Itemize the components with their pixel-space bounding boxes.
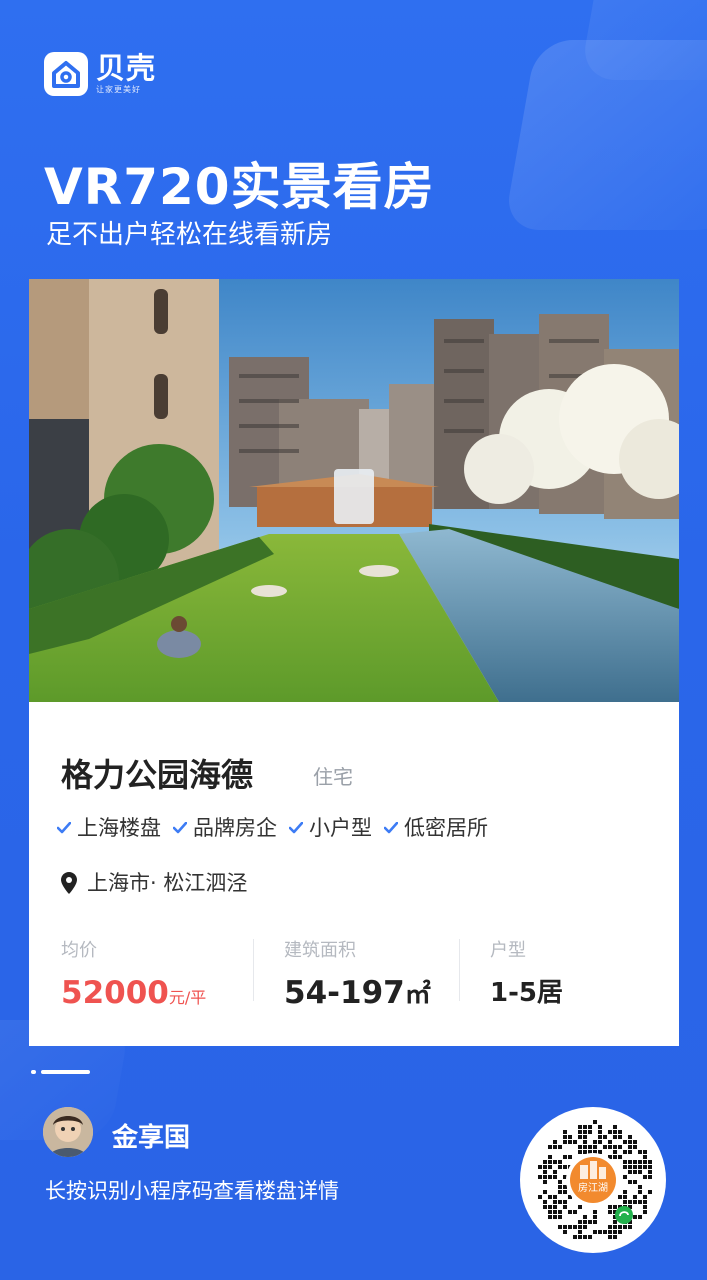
property-photo [29, 279, 679, 702]
tag-item: 上海楼盘 [57, 813, 161, 843]
tag-label: 上海楼盘 [77, 816, 161, 840]
divider [253, 939, 254, 1001]
divider [31, 1070, 36, 1074]
poster: 贝壳 让家更美好 VR720实景看房 足不出户轻松在线看新房 格力公园海德 住宅… [0, 0, 707, 1280]
avatar [43, 1107, 93, 1157]
area-unit: ㎡ [404, 980, 431, 1010]
location-text: 上海市· 松江泗泾 [87, 871, 248, 895]
check-icon [384, 822, 398, 834]
layout-label: 户型 [490, 940, 526, 961]
area-label: 建筑面积 [284, 940, 356, 961]
property-info: 格力公园海德 住宅 上海楼盘 品牌房企 小户型 低密居所 上海市· 松江泗泾 均… [29, 702, 679, 1046]
agent-name: 金享国 [112, 1123, 191, 1153]
project-type: 住宅 [313, 765, 353, 789]
house-icon [44, 52, 88, 96]
property-card[interactable]: 格力公园海德 住宅 上海楼盘 品牌房企 小户型 低密居所 上海市· 松江泗泾 均… [29, 279, 679, 1046]
footer-hint: 长按识别小程序码查看楼盘详情 [45, 1179, 339, 1203]
layout-value: 1-5居 [490, 978, 563, 1008]
page-subtitle: 足不出户轻松在线看新房 [46, 220, 333, 250]
location: 上海市· 松江泗泾 [61, 868, 247, 898]
stat-price: 均价 52000元/平 [61, 939, 206, 1018]
page-title: VR720实景看房 [44, 158, 435, 216]
brand-slogan: 让家更美好 [96, 85, 141, 94]
qr-center-label: 房江湖 [578, 1181, 608, 1194]
location-pin-icon [61, 872, 77, 894]
check-icon [57, 822, 71, 834]
tag-label: 品牌房企 [193, 816, 277, 840]
stat-layout: 户型 1-5居 [490, 939, 563, 1013]
divider [41, 1070, 90, 1074]
price-label: 均价 [61, 940, 97, 961]
check-icon [289, 822, 303, 834]
project-name: 格力公园海德 [61, 756, 254, 794]
tag-label: 低密居所 [404, 816, 488, 840]
brand-name: 贝壳 [96, 51, 157, 85]
tag-label: 小户型 [309, 816, 372, 840]
brand-logo: 贝壳 让家更美好 [44, 52, 156, 96]
tag-list: 上海楼盘 品牌房企 小户型 低密居所 [57, 813, 500, 843]
miniprogram-icon [615, 1206, 633, 1224]
price-unit: 元/平 [168, 988, 207, 1007]
background-decoration [579, 0, 707, 80]
tag-item: 低密居所 [384, 813, 488, 843]
area-value: 54-197 [284, 975, 405, 1011]
price-value: 52000 [61, 975, 169, 1011]
stat-area: 建筑面积 54-197㎡ [284, 939, 431, 1015]
tag-item: 品牌房企 [173, 813, 277, 843]
divider [459, 939, 460, 1001]
qr-code[interactable]: 房江湖 [520, 1107, 666, 1253]
check-icon [173, 822, 187, 834]
tag-item: 小户型 [289, 813, 372, 843]
